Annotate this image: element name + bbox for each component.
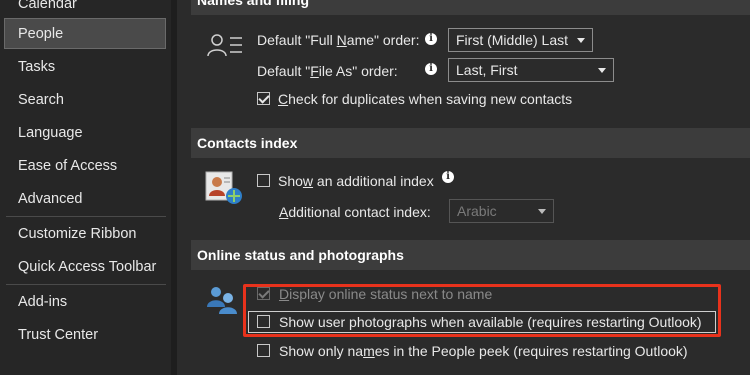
additional-contact-index-label: Additional contact index: [279,204,431,220]
file-as-order-dropdown[interactable]: Last, First [448,58,614,82]
chevron-down-icon [538,209,546,214]
additional-contact-index-dropdown[interactable]: Arabic [449,199,554,223]
show-additional-index-checkbox[interactable] [257,174,270,187]
sidebar-item-people[interactable]: People [4,18,166,49]
full-name-order-label: Default "Full Name" order: [257,32,420,48]
chevron-down-icon [598,68,606,73]
info-icon: i [425,63,437,75]
sidebar-item-ease-of-access[interactable]: Ease of Access [0,151,166,182]
sidebar-item-calendar[interactable]: Calendar [0,0,166,20]
sidebar-item-tasks[interactable]: Tasks [0,52,166,83]
info-icon: i [425,33,437,45]
sidebar-item-search[interactable]: Search [0,85,166,116]
checkmark-icon [258,92,270,104]
sidebar-item-add-ins[interactable]: Add-ins [0,287,166,318]
file-as-order-label: Default "File As" order: [257,63,398,79]
people-online-icon [207,287,237,314]
sidebar-item-customize-ribbon[interactable]: Customize Ribbon [0,219,166,250]
sidebar-item-language[interactable]: Language [0,118,166,149]
sidebar-item-advanced[interactable]: Advanced [0,184,166,215]
address-book-icon [205,171,242,204]
sidebar-nav: Calendar People Tasks Search Language Ea… [0,0,171,375]
show-additional-index-label[interactable]: Show an additional index [278,173,434,189]
section-header-names-filing: Names and filing [191,0,750,15]
contact-card-icon [207,34,242,57]
show-only-names-checkbox[interactable] [257,344,270,357]
sidebar-item-quick-access-toolbar[interactable]: Quick Access Toolbar [0,252,166,283]
info-icon: i [442,171,454,183]
check-duplicates-checkbox[interactable] [257,92,270,105]
check-duplicates-label[interactable]: Check for duplicates when saving new con… [278,91,572,107]
full-name-order-dropdown[interactable]: First (Middle) Last [448,28,593,52]
section-header-online-status: Online status and photographs [191,240,750,270]
show-only-names-label[interactable]: Show only names in the People peek (requ… [279,343,688,359]
sidebar-scroll-edge [171,0,177,375]
chevron-down-icon [577,38,585,43]
sidebar-divider [6,284,166,285]
sidebar-item-trust-center[interactable]: Trust Center [0,320,166,351]
section-header-contacts-index: Contacts index [191,128,750,158]
sidebar-divider [6,216,166,217]
highlight-annotation-box [243,284,721,337]
